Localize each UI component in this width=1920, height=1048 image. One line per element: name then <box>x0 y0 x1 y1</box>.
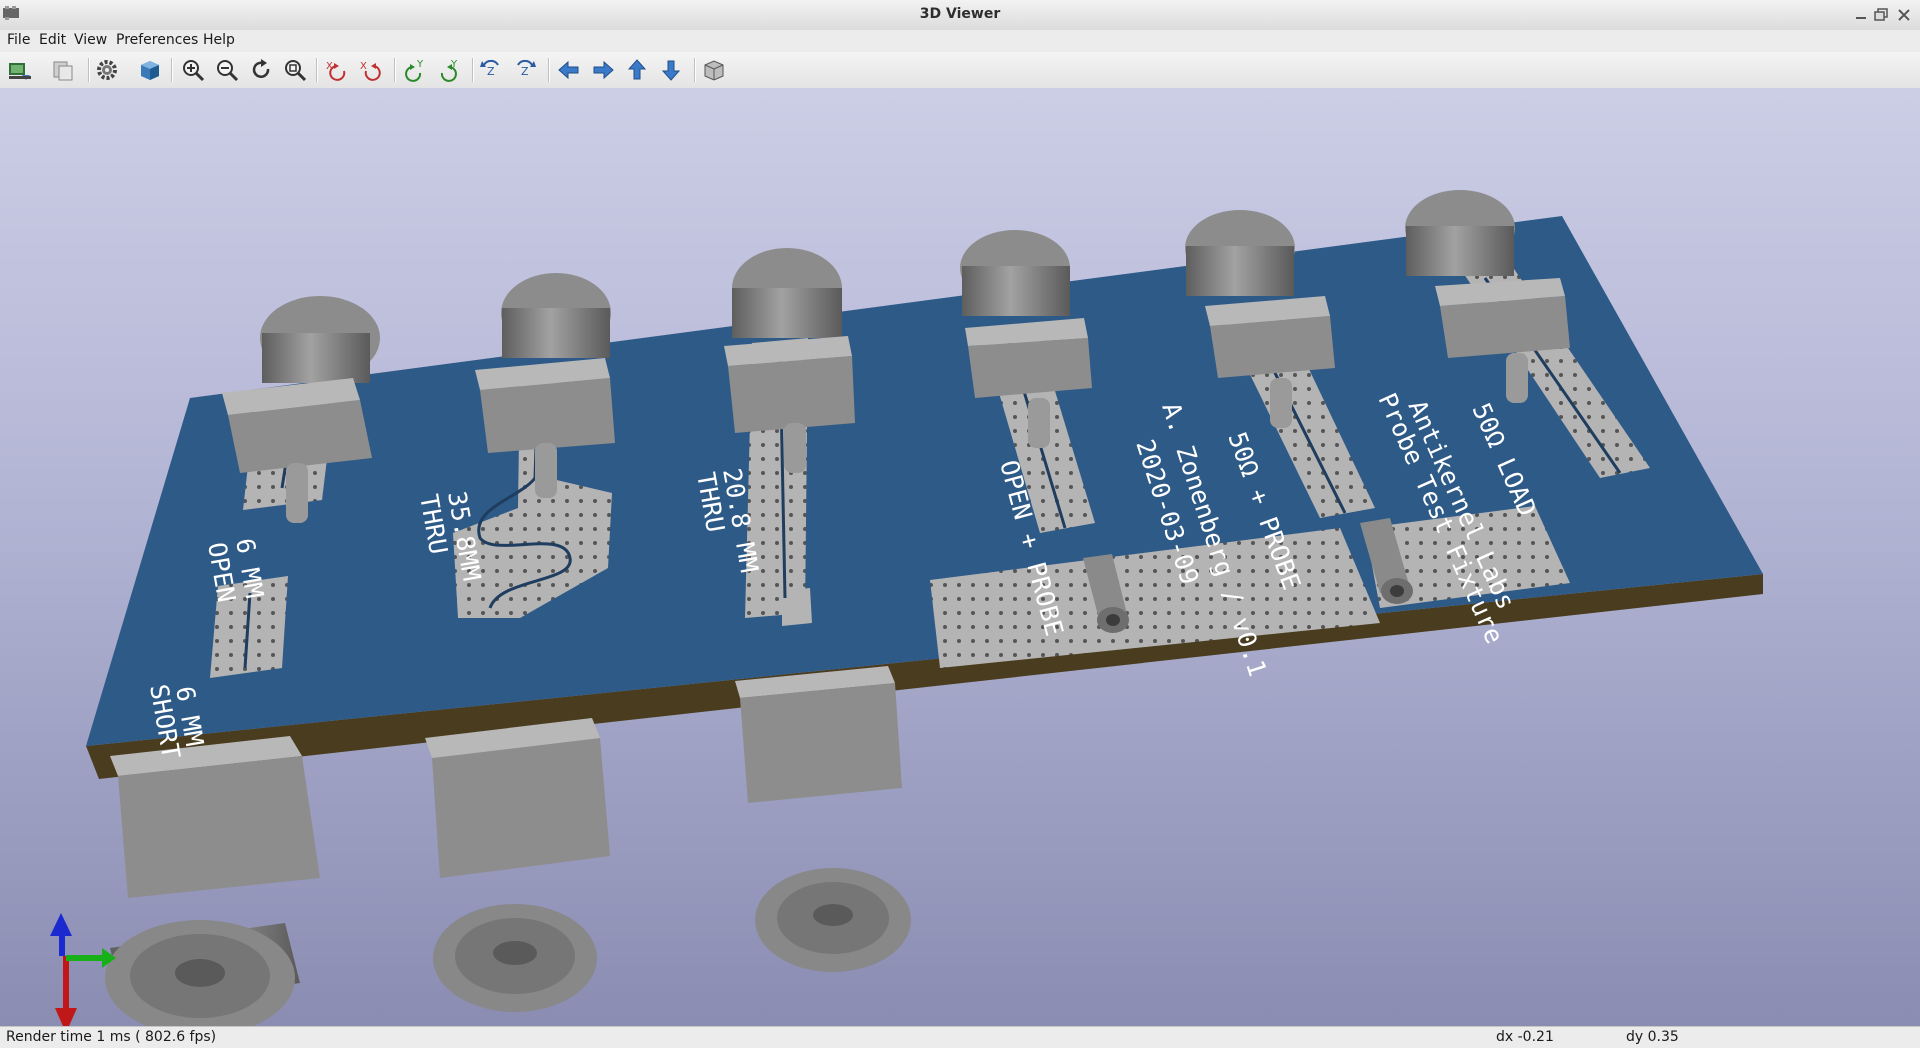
svg-text:X: X <box>360 61 367 72</box>
toolbar-separator <box>548 58 550 82</box>
render-time-text: Render time 1 ms ( 802.6 fps) <box>6 1029 217 1045</box>
window-title: 3D Viewer <box>919 6 1001 22</box>
move-down-icon <box>661 60 681 81</box>
export-image-icon <box>9 63 31 80</box>
menu-preferences[interactable]: Preferences <box>114 32 200 48</box>
rotate-y-cw-icon: Y <box>405 59 424 82</box>
board-render[interactable]: 6 MM OPEN 35.8MM THRU 20.8 MM THRU OPEN … <box>0 88 1920 1026</box>
move-up-button[interactable] <box>624 57 650 83</box>
export-image-button[interactable] <box>7 57 33 83</box>
copy-clipboard-button[interactable] <box>50 57 76 83</box>
sma-connector <box>425 718 610 1012</box>
rotate-y-ccw-button[interactable]: Y <box>436 57 462 83</box>
toolbar-separator <box>694 58 696 82</box>
ortho-projection-button[interactable] <box>701 57 727 83</box>
redraw-icon <box>252 59 270 78</box>
move-left-icon <box>558 60 579 80</box>
svg-text:Z: Z <box>521 65 529 78</box>
svg-text:Y: Y <box>416 59 424 70</box>
rotate-y-cw-button[interactable]: Y <box>402 57 428 83</box>
status-bar: Render time 1 ms ( 802.6 fps) dx -0.21 d… <box>0 1026 1920 1048</box>
zoom-fit-icon <box>285 60 307 82</box>
sma-connector <box>735 666 911 972</box>
rotate-z-ccw-icon: Z <box>517 59 536 78</box>
title-bar: 3D Viewer <box>0 0 1920 31</box>
menu-bar: File Edit View Preferences Help <box>0 30 1920 52</box>
svg-text:Z: Z <box>487 65 495 78</box>
rotate-x-ccw-button[interactable]: X <box>358 57 384 83</box>
zoom-out-button[interactable] <box>214 57 240 83</box>
menu-edit[interactable]: Edit <box>37 32 68 48</box>
move-left-button[interactable] <box>556 57 582 83</box>
redraw-button[interactable] <box>248 57 274 83</box>
ortho-projection-icon <box>704 60 724 81</box>
move-right-icon <box>593 60 614 80</box>
zoom-in-icon <box>183 60 205 82</box>
close-icon[interactable] <box>1894 5 1914 25</box>
move-right-button[interactable] <box>590 57 616 83</box>
svg-text:X: X <box>326 61 333 72</box>
rotate-z-cw-icon: Z <box>480 59 499 78</box>
restore-icon[interactable] <box>1872 5 1892 25</box>
zoom-out-icon <box>217 60 239 82</box>
menu-file[interactable]: File <box>5 32 32 48</box>
3d-viewport[interactable]: 6 MM OPEN 35.8MM THRU 20.8 MM THRU OPEN … <box>0 88 1920 1026</box>
toolbar-separator <box>472 58 474 82</box>
zoom-in-button[interactable] <box>180 57 206 83</box>
rotate-z-ccw-button[interactable]: Z <box>512 57 538 83</box>
copy-clipboard-icon <box>53 61 73 81</box>
rotate-x-ccw-icon: X <box>360 61 381 81</box>
rotate-x-cw-icon: X <box>326 61 346 81</box>
menu-help[interactable]: Help <box>201 32 237 48</box>
rotate-x-cw-button[interactable]: X <box>324 57 350 83</box>
zoom-fit-button[interactable] <box>282 57 308 83</box>
toolbar-separator <box>88 58 90 82</box>
toolbar-separator <box>316 58 318 82</box>
sma-connector <box>105 736 320 1026</box>
toolbar-separator <box>394 58 396 82</box>
minimize-icon[interactable] <box>1852 5 1872 25</box>
rotate-z-cw-button[interactable]: Z <box>478 57 504 83</box>
dy-readout: dy 0.35 <box>1626 1029 1679 1045</box>
rotate-y-ccw-icon: Y <box>440 59 458 82</box>
settings-gear-icon <box>97 60 117 80</box>
menu-view[interactable]: View <box>72 32 109 48</box>
move-down-button[interactable] <box>658 57 684 83</box>
raytracing-button[interactable] <box>137 57 163 83</box>
raytracing-cube-icon <box>141 61 159 80</box>
toolbar-separator <box>171 58 173 82</box>
dx-readout: dx -0.21 <box>1496 1029 1554 1045</box>
move-up-icon <box>627 59 647 80</box>
toolbar: X X Y Y Z Z <box>0 52 1920 89</box>
settings-button[interactable] <box>94 57 120 83</box>
